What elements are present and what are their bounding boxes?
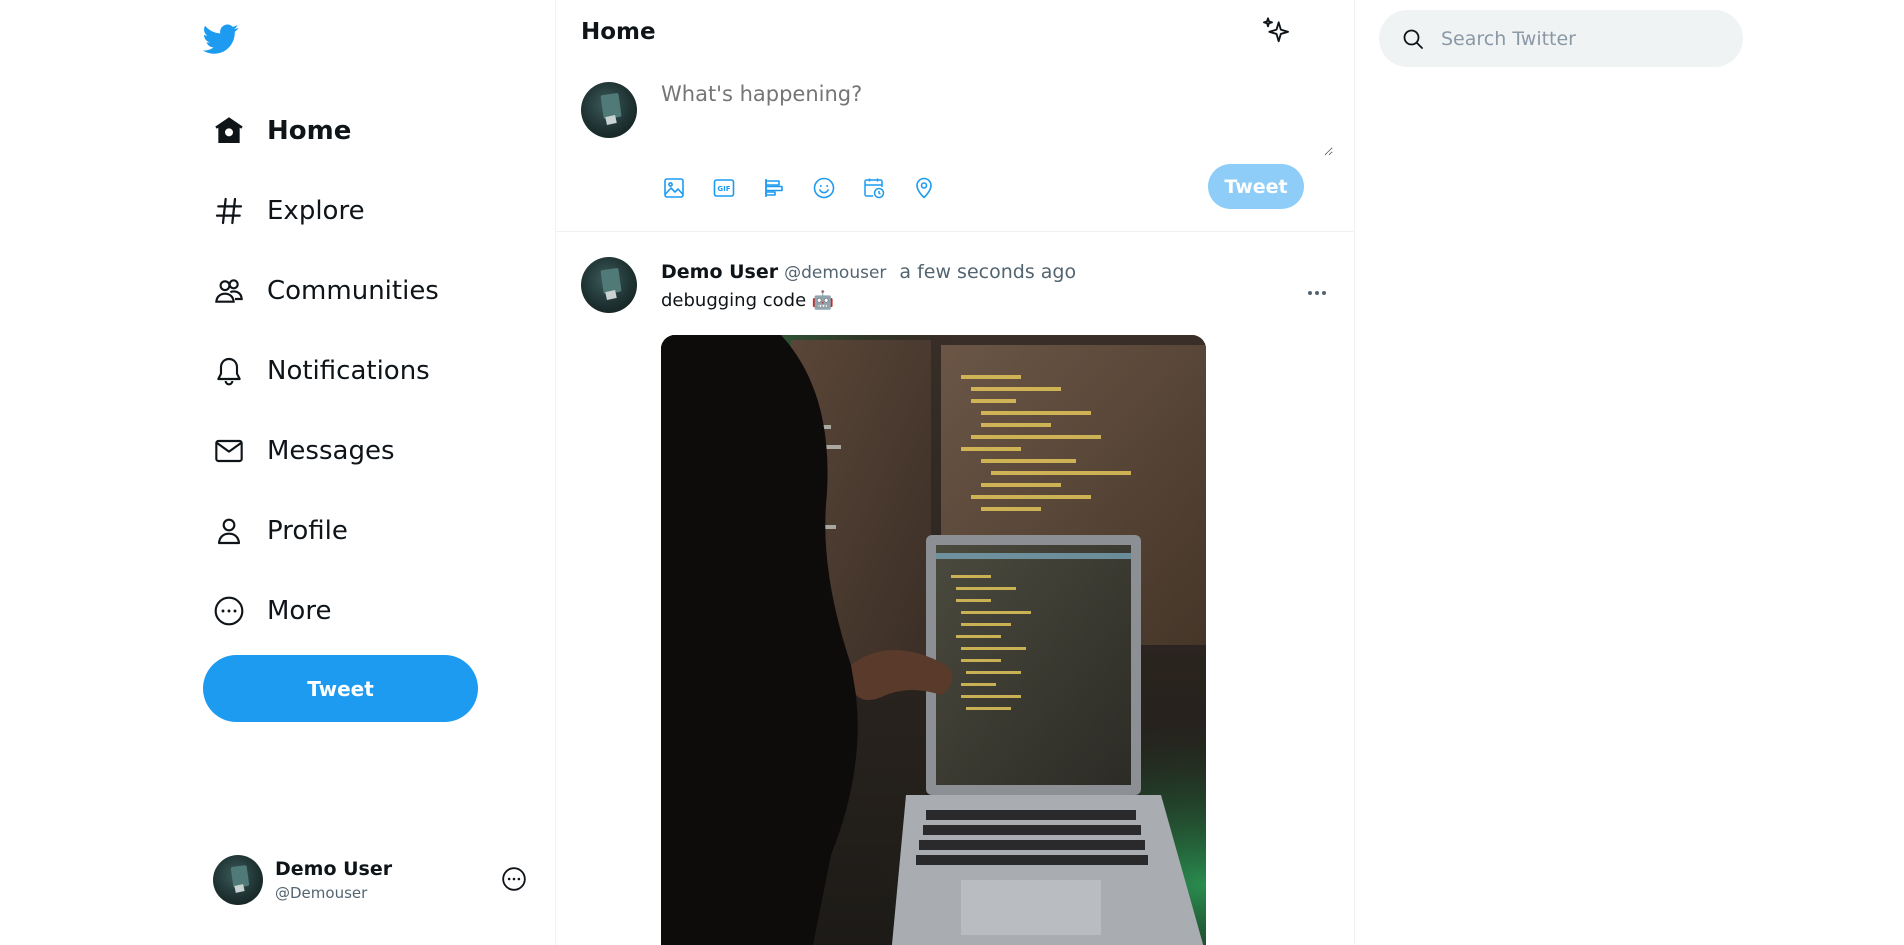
tweet-header: Demo User @demouser a few seconds ago [661, 261, 1076, 283]
sidebar-item-label: Notifications [267, 356, 430, 386]
sidebar-item-label: Home [267, 116, 352, 146]
sidebar-item-more[interactable]: More [203, 571, 439, 651]
account-handle: @Demouser [275, 884, 368, 902]
search-icon [1399, 25, 1427, 53]
composer: GIF Tweet [556, 0, 1355, 232]
image-icon[interactable] [661, 175, 687, 201]
search-input[interactable] [1441, 27, 1721, 50]
sidebar-item-label: Messages [267, 436, 395, 466]
svg-text:GIF: GIF [717, 185, 730, 193]
avatar [581, 82, 637, 138]
composer-toolbar: GIF [661, 175, 961, 201]
tweet-image[interactable] [661, 335, 1206, 945]
sidebar-item-home[interactable]: Home [203, 91, 439, 171]
main-timeline: Home GIF Tweet [556, 0, 1355, 945]
person-icon [211, 513, 247, 549]
tweet-author-handle[interactable]: @demouser [784, 263, 886, 283]
search-box[interactable] [1379, 10, 1743, 67]
left-sidebar: Home Explore Communities Notifications M… [0, 0, 556, 945]
tweet-card[interactable]: Demo User @demouser a few seconds ago de… [556, 232, 1355, 945]
communities-icon [211, 273, 247, 309]
account-switcher[interactable]: Demo User @Demouser [213, 854, 527, 906]
hashtag-icon [211, 193, 247, 229]
tweet-text: debugging code 🤖 [661, 290, 835, 311]
sidebar-item-label: Profile [267, 516, 348, 546]
envelope-icon [211, 433, 247, 469]
sidebar-item-profile[interactable]: Profile [203, 491, 439, 571]
right-sidebar [1355, 0, 1904, 945]
tweet-timestamp[interactable]: a few seconds ago [899, 261, 1076, 283]
sidebar-item-notifications[interactable]: Notifications [203, 331, 439, 411]
main-nav: Home Explore Communities Notifications M… [203, 91, 439, 651]
ellipsis-icon[interactable] [1306, 282, 1328, 295]
compose-tweet-button[interactable]: Tweet [1208, 164, 1304, 209]
location-icon[interactable] [911, 175, 937, 201]
account-name: Demo User [275, 858, 393, 880]
more-circle-icon[interactable] [501, 866, 527, 892]
sidebar-item-label: More [267, 596, 332, 626]
gif-icon[interactable]: GIF [711, 175, 737, 201]
tweet-author-name[interactable]: Demo User [661, 261, 778, 283]
bell-icon [211, 353, 247, 389]
tweet-compose-input[interactable] [661, 82, 1333, 156]
emoji-icon[interactable] [811, 175, 837, 201]
tweet-button[interactable]: Tweet [203, 655, 478, 722]
sidebar-item-explore[interactable]: Explore [203, 171, 439, 251]
more-circle-icon [211, 593, 247, 629]
sidebar-item-communities[interactable]: Communities [203, 251, 439, 331]
home-icon [211, 113, 247, 149]
sidebar-item-label: Communities [267, 276, 439, 306]
sidebar-item-label: Explore [267, 196, 365, 226]
avatar[interactable] [581, 257, 637, 313]
twitter-bird-icon[interactable] [202, 21, 239, 57]
schedule-icon[interactable] [861, 175, 887, 201]
sidebar-item-messages[interactable]: Messages [203, 411, 439, 491]
poll-icon[interactable] [761, 175, 787, 201]
avatar [213, 855, 263, 905]
